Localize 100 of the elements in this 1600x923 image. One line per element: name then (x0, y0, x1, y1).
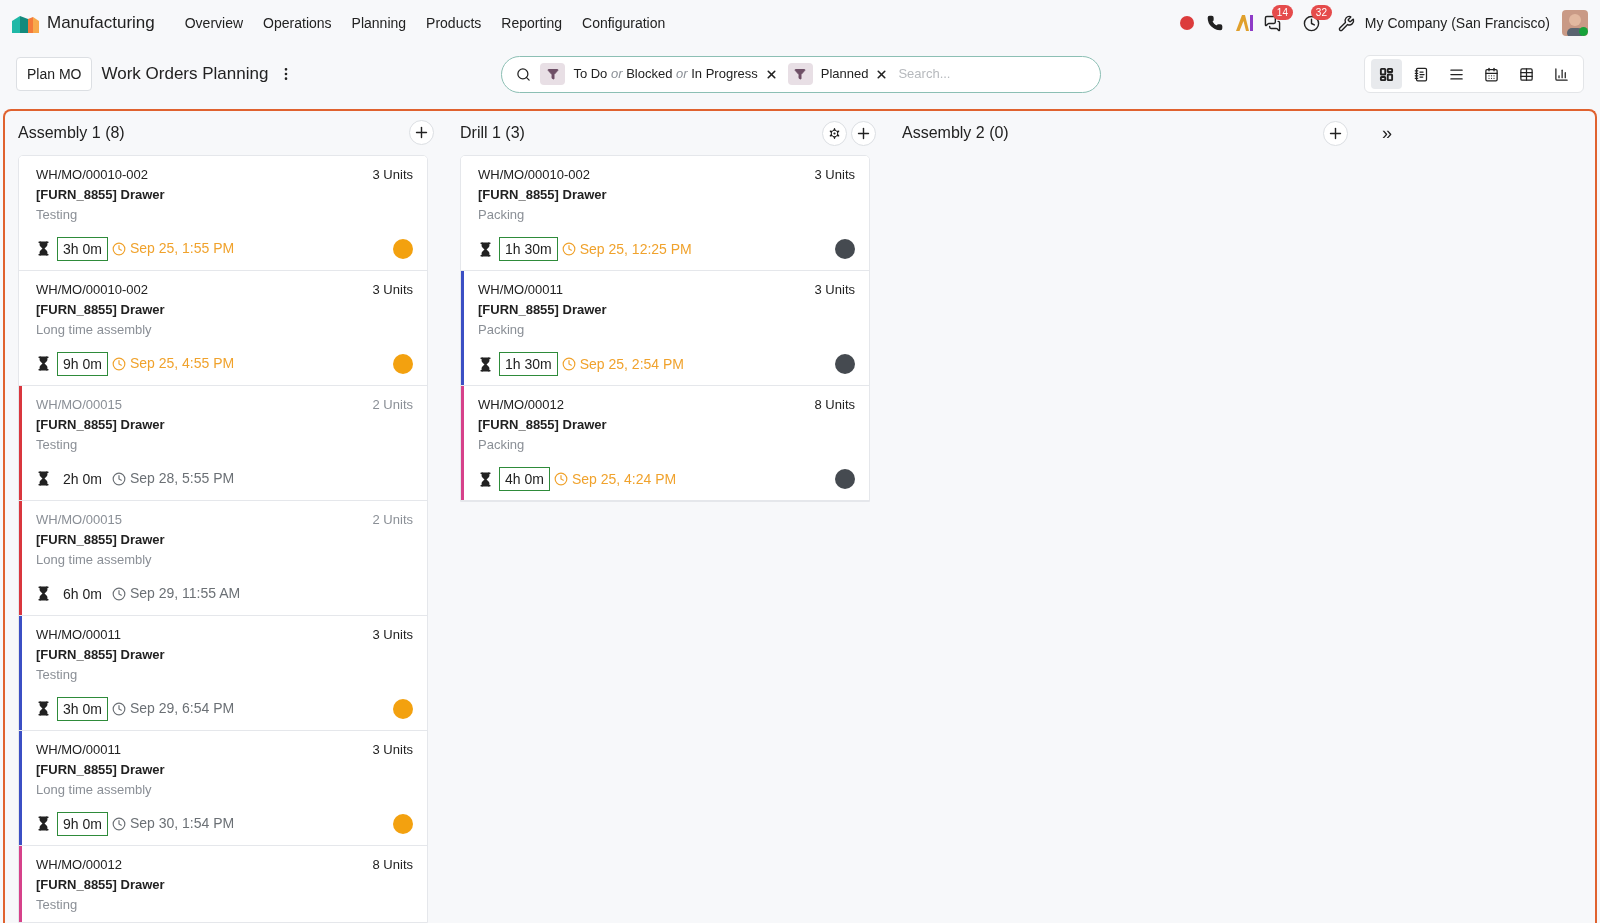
quantity: 2 Units (372, 510, 413, 529)
hourglass-icon (36, 241, 51, 257)
list-view-icon[interactable] (1449, 66, 1464, 82)
column-title: Drill 1 (3) (460, 123, 525, 143)
record-indicator-icon[interactable] (1179, 16, 1194, 30)
deadline-date: Sep 30, 1:54 PM (129, 814, 235, 834)
product-name: [FURN_8855] Drawer (36, 875, 165, 894)
product-name: [FURN_8855] Drawer (36, 185, 165, 204)
settings-button[interactable] (822, 120, 847, 146)
clock-icon (111, 241, 126, 256)
deadline-date: Sep 29, 6:54 PM (129, 699, 235, 719)
plan-mo-button[interactable]: Plan MO (16, 57, 93, 91)
deadline-date: Sep 25, 12:25 PM (579, 239, 692, 259)
menu-item[interactable]: Reporting (491, 8, 573, 38)
order-reference: WH/MO/00011 (36, 740, 121, 759)
quantity: 3 Units (372, 280, 413, 299)
user-avatar[interactable] (1562, 10, 1588, 36)
deadline-date: Sep 25, 4:55 PM (129, 354, 235, 374)
clock-icon (553, 472, 568, 486)
ai-logo-icon[interactable] (1235, 15, 1254, 31)
search-bar[interactable]: To Do or Blocked or In Progress Planned Search... (501, 55, 1102, 93)
menu-item[interactable]: Overview (174, 8, 254, 38)
menu-item[interactable]: Products (416, 8, 492, 38)
menu-item[interactable]: Operations (253, 8, 342, 38)
fold-columns-button[interactable]: » (1382, 119, 1392, 147)
operation-name: Testing (36, 205, 78, 224)
search-icon[interactable] (516, 66, 532, 82)
column-title: Assembly 2 (0) (902, 123, 1009, 143)
order-reference: WH/MO/00011 (36, 625, 121, 644)
filter-facet-value: To Do or Blocked or In Progress (573, 65, 758, 84)
deadline-date: Sep 25, 4:24 PM (571, 469, 677, 489)
quantity: 3 Units (814, 281, 855, 299)
messages-icon[interactable] (1263, 14, 1281, 32)
quantity: 2 Units (372, 395, 413, 414)
clock-icon (111, 701, 126, 716)
product-name: [FURN_8855] Drawer (36, 415, 165, 434)
duration: 3h 0m (57, 236, 108, 261)
order-reference: WH/MO/00010-002 (36, 165, 148, 184)
kanban-view-button[interactable] (1371, 59, 1402, 89)
page-title: Work Orders Planning (101, 63, 269, 86)
settings-icon[interactable] (827, 125, 842, 141)
operation-name: Testing (36, 435, 78, 454)
remove-filter-icon[interactable] (764, 67, 778, 81)
operation-name: Packing (478, 206, 525, 224)
duration: 2h 0m (62, 469, 103, 489)
menu-item[interactable]: Configuration (572, 8, 676, 38)
order-reference: WH/MO/00015 (36, 510, 122, 529)
phone-icon[interactable] (1206, 15, 1223, 31)
company-switcher[interactable]: My Company (San Francisco) (1364, 12, 1550, 34)
clock-icon (111, 816, 126, 831)
filter-facet-icon (540, 63, 566, 85)
work-order-card[interactable]: WH/MO/00015 2 Units [FURN_8855] Drawer Long time assembly 6h 0m Sep 29, 11:55 AM (19, 500, 427, 616)
duration: 3h 0m (57, 696, 108, 721)
order-reference: WH/MO/00011 (478, 281, 563, 299)
search-input[interactable]: Search... (898, 64, 1087, 84)
deadline-date: Sep 29, 11:55 AM (129, 584, 241, 604)
hourglass-icon (36, 471, 51, 487)
clock-icon (111, 586, 126, 601)
duration: 1h 30m (499, 237, 558, 261)
product-name: [FURN_8855] Drawer (36, 300, 165, 319)
tools-icon[interactable] (1337, 14, 1355, 32)
hourglass-icon (36, 586, 51, 602)
work-order-card[interactable]: WH/MO/00010-002 3 Units [FURN_8855] Drawer Packing 1h 30m Sep 25, 12:25 PM (461, 156, 869, 271)
hourglass-icon (36, 356, 51, 372)
operation-name: Long time assembly (36, 320, 152, 339)
product-name: [FURN_8855] Drawer (478, 186, 607, 204)
order-reference: WH/MO/00012 (36, 855, 122, 874)
kanban-view-icon[interactable] (1379, 66, 1394, 82)
app-name[interactable]: Manufacturing (47, 10, 155, 36)
hourglass-icon (36, 816, 51, 832)
filter-facet-value: Planned (820, 65, 869, 84)
activity-clock-icon[interactable] (1302, 14, 1320, 32)
product-name: [FURN_8855] Drawer (36, 645, 165, 664)
app-logo-icon[interactable] (12, 13, 40, 33)
calendar-view-icon[interactable] (1484, 66, 1499, 82)
clock-icon (561, 242, 576, 256)
hourglass-icon (478, 356, 493, 372)
quantity: 3 Units (372, 165, 413, 184)
work-order-card[interactable]: WH/MO/00015 2 Units [FURN_8855] Drawer Testing 2h 0m Sep 28, 5:55 PM (19, 385, 427, 501)
work-order-card[interactable]: WH/MO/00012 8 Units [FURN_8855] Drawer Packing 4h 0m Sep 25, 4:24 PM (461, 386, 869, 501)
duration: 1h 30m (499, 352, 558, 376)
duration: 9h 0m (57, 351, 108, 376)
order-reference: WH/MO/00015 (36, 395, 122, 414)
work-order-card[interactable]: WH/MO/00011 3 Units [FURN_8855] Drawer Packing 1h 30m Sep 25, 2:54 PM (461, 271, 869, 386)
work-order-card[interactable]: WH/MO/00011 3 Units [FURN_8855] Drawer Testing 3h 0m Sep 29, 6:54 PM (19, 615, 427, 731)
notification-badge: 32 (1310, 4, 1332, 20)
operation-name: Long time assembly (36, 780, 152, 799)
duration: 6h 0m (62, 584, 103, 604)
graph-view-icon[interactable] (1554, 66, 1569, 82)
operation-name: Packing (478, 436, 525, 454)
form-view-icon[interactable] (1414, 66, 1429, 82)
notification-badge: 14 (1271, 4, 1293, 20)
hourglass-icon (478, 241, 493, 257)
work-order-card[interactable]: WH/MO/00011 3 Units [FURN_8855] Drawer Long time assembly 9h 0m Sep 30, 1:54 PM (19, 730, 427, 846)
quantity: 3 Units (372, 625, 413, 644)
quantity: 8 Units (372, 855, 413, 874)
menu-item[interactable]: Planning (341, 8, 417, 38)
deadline-date: Sep 25, 2:54 PM (579, 354, 684, 374)
work-order-card[interactable]: WH/MO/00010-002 3 Units [FURN_8855] Drawer Testing 3h 0m Sep 25, 1:55 PM (19, 155, 427, 271)
pivot-view-icon[interactable] (1519, 66, 1534, 82)
